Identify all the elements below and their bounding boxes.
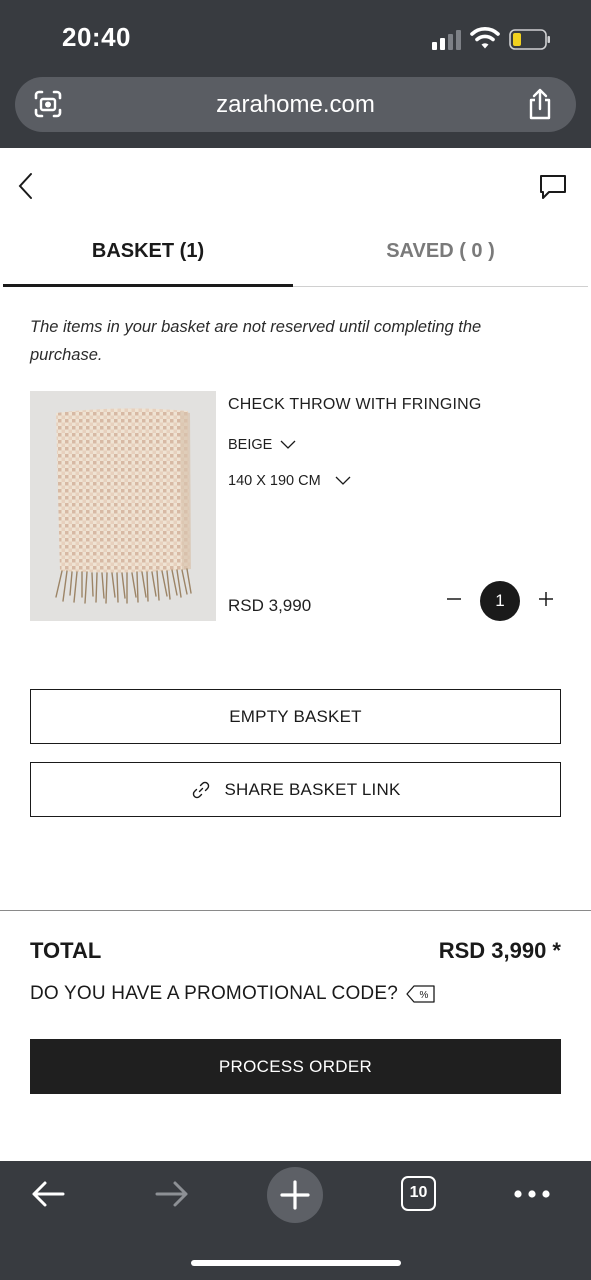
chevron-down-icon <box>280 440 296 449</box>
chevron-down-icon <box>335 476 351 485</box>
signal-icon <box>432 30 462 50</box>
share-basket-label: SHARE BASKET LINK <box>224 779 401 799</box>
process-order-button[interactable]: PROCESS ORDER <box>30 1039 561 1094</box>
product-name[interactable]: CHECK THROW WITH FRINGING <box>228 396 482 414</box>
more-icon[interactable] <box>514 1189 550 1199</box>
forward-arrow-icon[interactable] <box>154 1179 190 1209</box>
minus-icon[interactable] <box>444 588 464 610</box>
promo-code-link[interactable]: DO YOU HAVE A PROMOTIONAL CODE? % <box>30 983 436 1005</box>
battery-icon <box>509 29 550 50</box>
product-image[interactable] <box>30 391 216 621</box>
share-basket-link-button[interactable]: SHARE BASKET LINK <box>30 762 561 817</box>
tab-saved[interactable]: SAVED ( 0 ) <box>293 240 588 263</box>
wifi-icon <box>470 27 500 49</box>
url-text[interactable]: zarahome.com <box>15 91 576 119</box>
product-price: RSD 3,990 <box>228 596 312 615</box>
plus-icon[interactable] <box>536 588 556 610</box>
empty-basket-button[interactable]: EMPTY BASKET <box>30 689 561 744</box>
back-chevron-icon[interactable] <box>14 170 40 202</box>
reservation-notice: The items in your basket are not reserve… <box>30 318 482 364</box>
tabs-icon[interactable]: 10 <box>401 1176 436 1211</box>
total-label: TOTAL <box>30 938 102 963</box>
browser-bottom-toolbar: 10 <box>0 1161 591 1280</box>
back-arrow-icon[interactable] <box>30 1179 66 1209</box>
color-selector[interactable]: BEIGE <box>228 437 296 453</box>
link-icon <box>192 781 209 798</box>
promo-tag-icon: % <box>406 985 435 1003</box>
plus-icon <box>280 1180 310 1210</box>
empty-basket-label: EMPTY BASKET <box>229 706 362 726</box>
chat-icon[interactable] <box>538 172 568 202</box>
tab-basket[interactable]: BASKET (1) <box>3 240 293 263</box>
status-time: 20:40 <box>62 22 131 52</box>
home-indicator[interactable] <box>191 1260 401 1266</box>
color-value: BEIGE <box>228 437 273 453</box>
total-value: RSD 3,990 * <box>438 938 561 963</box>
size-selector[interactable]: 140 X 190 CM <box>228 473 351 489</box>
share-icon[interactable] <box>525 87 555 121</box>
url-bar[interactable]: zarahome.com <box>15 77 576 132</box>
size-value: 140 X 190 CM <box>228 473 321 489</box>
browser-top-bar: 20:40 zarahome.com <box>0 0 591 148</box>
svg-text:%: % <box>419 990 428 1001</box>
new-tab-button[interactable] <box>267 1167 323 1223</box>
active-tab-indicator <box>3 284 293 287</box>
tab-divider <box>293 286 588 287</box>
quantity-value: 1 <box>480 581 520 621</box>
promo-code-label: DO YOU HAVE A PROMOTIONAL CODE? <box>30 983 398 1004</box>
summary-divider <box>0 910 591 911</box>
